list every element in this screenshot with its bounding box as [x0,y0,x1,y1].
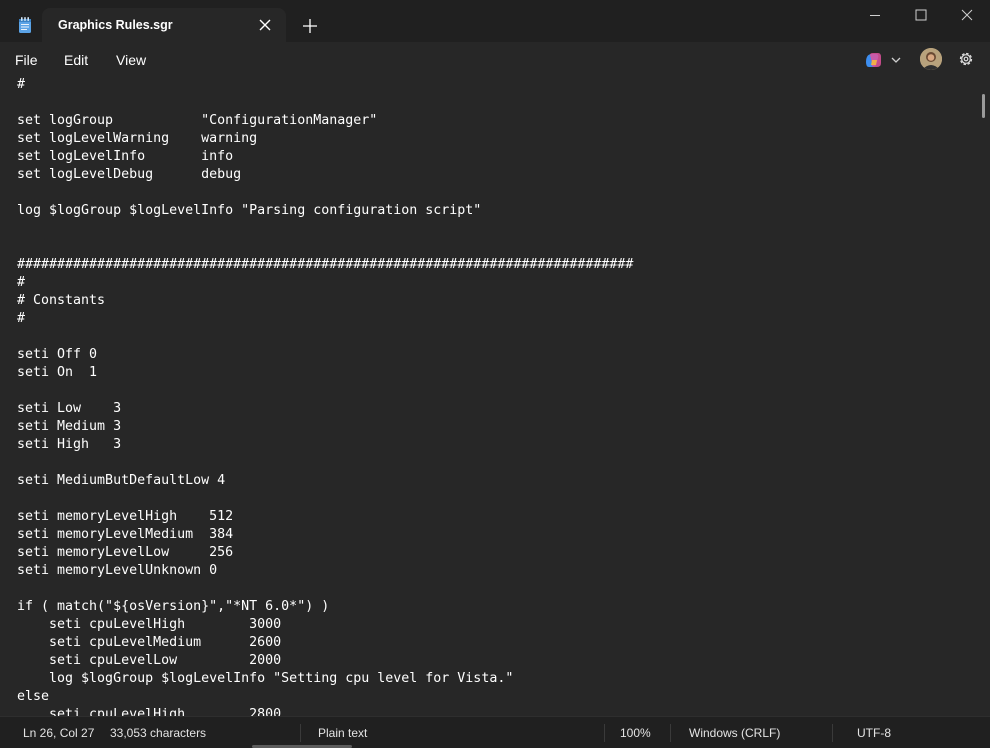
tab-graphics-rules[interactable]: Graphics Rules.sgr [42,8,286,42]
tab-title: Graphics Rules.sgr [58,18,173,32]
text-editor[interactable]: # set logGroup "ConfigurationManager" se… [0,76,978,716]
text-format: Plain text [318,726,368,740]
plus-icon[interactable] [300,16,320,36]
scroll-thumb[interactable] [982,94,985,118]
menu-file[interactable]: File [15,52,38,68]
close-icon[interactable] [258,18,272,32]
notepad-window: Graphics Rules.sgr File Edit View # set … [0,0,990,748]
status-bar: Ln 26, Col 27 33,053 characters Plain te… [0,716,990,748]
status-divider [670,724,671,742]
close-icon [961,9,973,21]
line-endings: Windows (CRLF) [689,726,781,740]
menu-bar: File Edit View [0,42,990,76]
vertical-scrollbar[interactable] [978,76,990,716]
title-bar: Graphics Rules.sgr [0,0,990,42]
gear-icon[interactable] [957,50,975,68]
notepad-icon [19,17,31,33]
cursor-position[interactable]: Ln 26, Col 27 [23,726,94,740]
avatar-image [920,48,942,70]
maximize-icon [915,9,927,21]
character-count: 33,053 characters [110,726,207,740]
close-window-button[interactable] [944,0,990,32]
editor-content[interactable]: # set logGroup "ConfigurationManager" se… [17,76,633,716]
status-divider [832,724,833,742]
avatar[interactable] [920,48,942,70]
copilot-icon[interactable] [862,48,904,72]
minimize-icon [870,15,880,16]
status-divider [300,724,301,742]
minimize-button[interactable] [852,0,898,32]
menu-view[interactable]: View [116,52,146,68]
encoding: UTF-8 [857,726,891,740]
zoom-level[interactable]: 100% [620,726,651,740]
menu-edit[interactable]: Edit [64,52,88,68]
status-divider [604,724,605,742]
maximize-button[interactable] [898,0,944,32]
